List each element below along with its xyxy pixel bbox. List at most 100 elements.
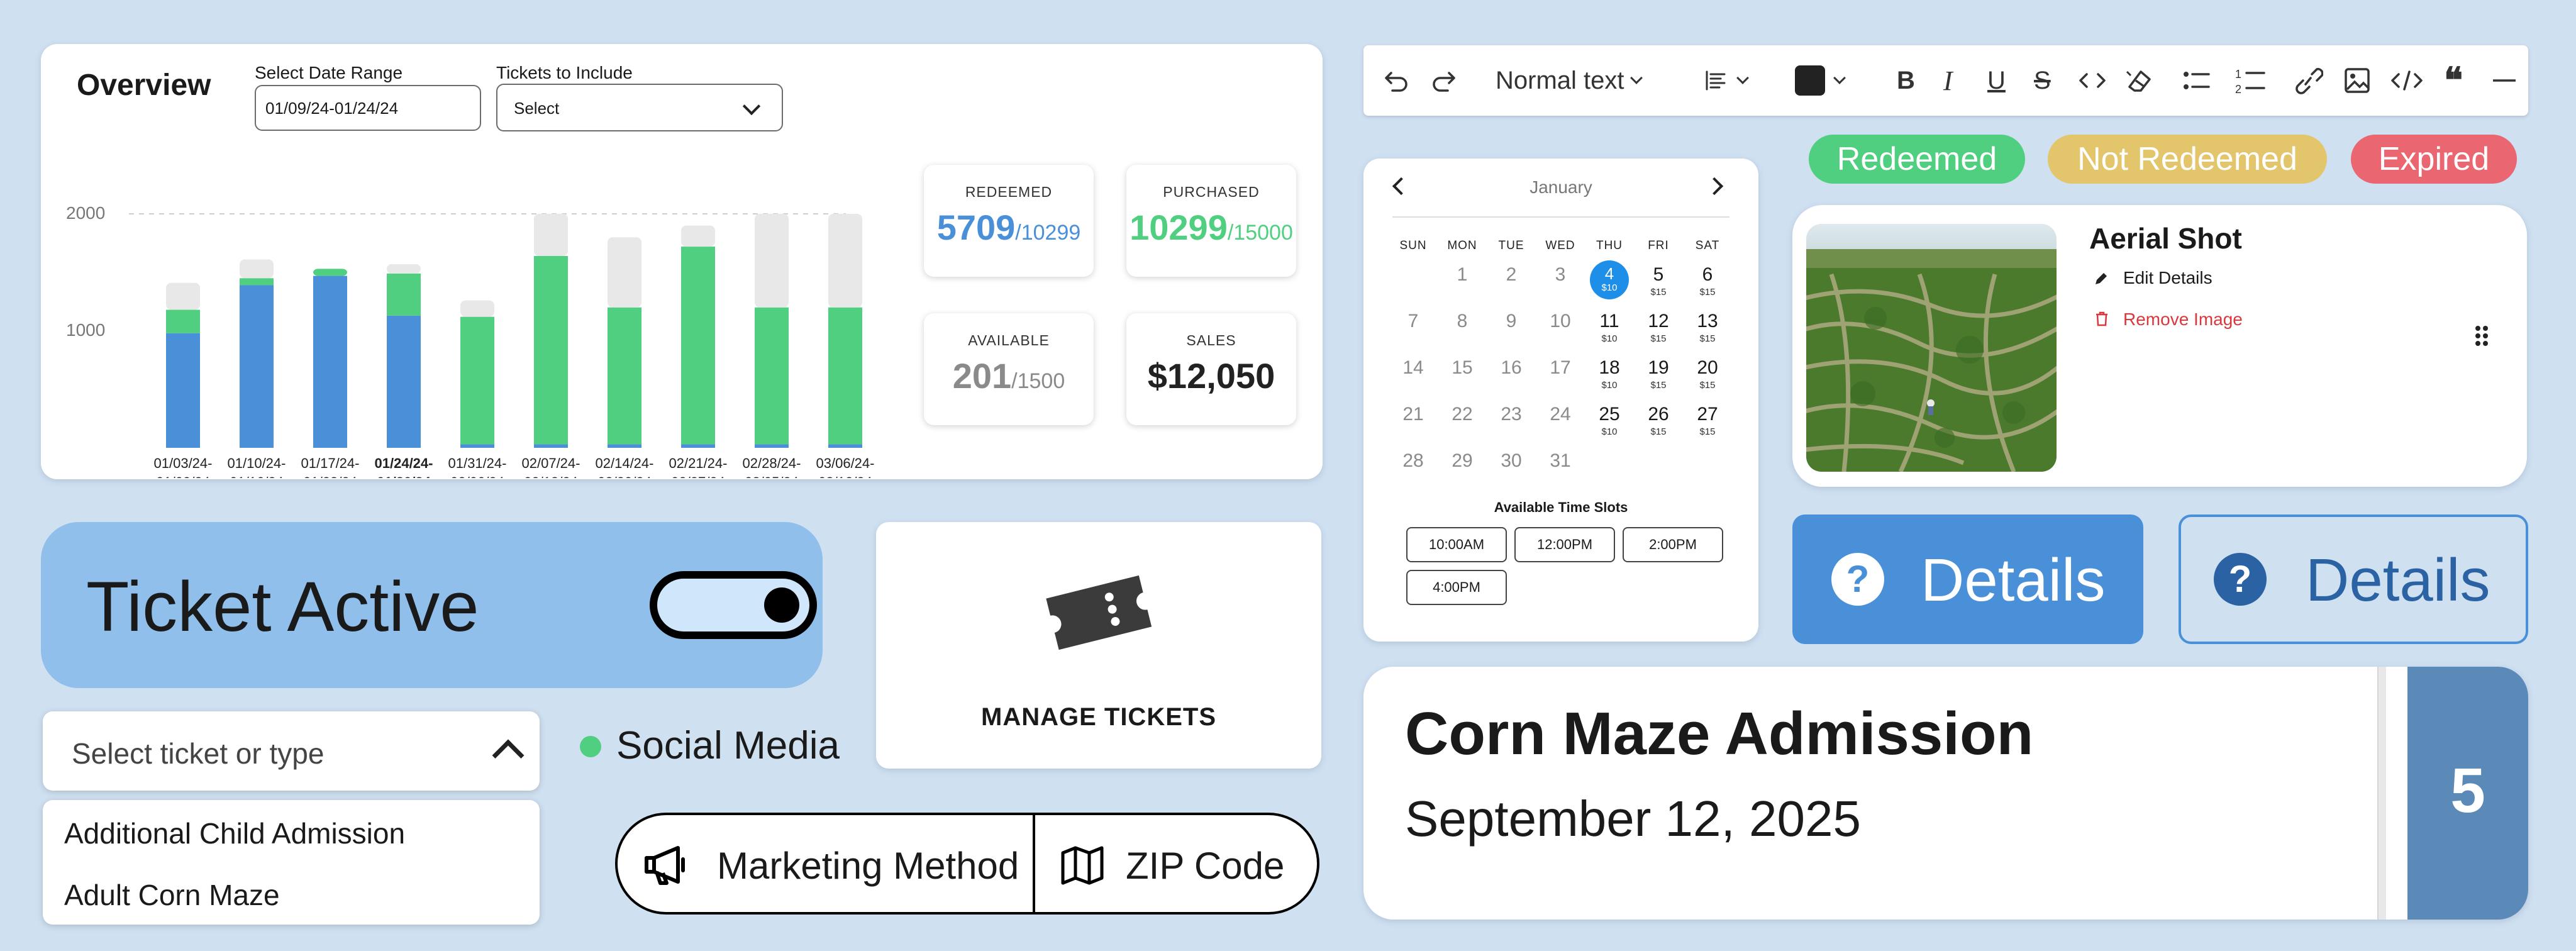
x-tick-label: 02/27/24 [671, 474, 725, 478]
bar-segment [460, 300, 494, 317]
calendar-day: 9 [1487, 311, 1536, 332]
bar-segment [755, 444, 789, 448]
calendar-day[interactable]: 13 $15 [1683, 311, 1732, 344]
numbered-list-icon[interactable]: 12 [2234, 63, 2267, 98]
megaphone-icon [643, 844, 691, 886]
day-number: 25 [1599, 404, 1620, 425]
stat-label: AVAILABLE [968, 332, 1050, 348]
segment-zip-code[interactable]: ZIP Code [1126, 844, 1284, 887]
aerial-title: Aerial Shot [2089, 222, 2242, 255]
time-slot[interactable]: 10:00AM [1406, 527, 1507, 562]
time-slot[interactable]: 4:00PM [1406, 570, 1507, 605]
day-price: $15 [1650, 333, 1667, 344]
horizontal-rule-icon[interactable] [2492, 63, 2517, 98]
day-number: 4 [1604, 264, 1614, 283]
event-count: 5 [2450, 755, 2485, 826]
calendar-day[interactable]: 25 $10 [1585, 404, 1634, 437]
date-range-input[interactable]: 01/09/24-01/24/24 [255, 85, 481, 131]
calendar-day[interactable]: 5 $15 [1634, 264, 1683, 298]
tickets-bar-chart: 1000 2000 01/03/24- 01/09/24 01/10/24- 01/16/… [66, 203, 875, 478]
weekday-label: THU [1596, 239, 1623, 252]
aerial-shot-card: Aerial Shot Edit Details Remove Image [1792, 205, 2527, 487]
text-style-value: Normal text [1496, 66, 1624, 94]
link-icon[interactable] [2292, 63, 2323, 98]
time-slot[interactable]: 12:00PM [1514, 527, 1615, 562]
calendar-day: 23 [1487, 404, 1536, 425]
redo-icon[interactable] [1430, 63, 1458, 98]
x-tick-label: 03/06/24- [816, 455, 875, 471]
bar-segment [240, 285, 274, 448]
underline-icon[interactable]: U [1987, 63, 2006, 98]
bar-segment [460, 316, 494, 445]
trash-icon [2094, 311, 2109, 327]
event-title: Corn Maze Admission [1405, 700, 2034, 767]
help-icon: ? [2214, 553, 2267, 606]
bullet-list-icon[interactable] [2181, 63, 2211, 98]
day-price: $15 [1699, 287, 1716, 298]
day-number: 6 [1702, 264, 1713, 285]
day-number: 13 [1697, 311, 1718, 331]
time-slot[interactable]: 2:00PM [1623, 527, 1723, 562]
tickets-include-select[interactable]: Select [496, 84, 783, 131]
clear-format-icon[interactable] [2124, 63, 2155, 98]
code-block-icon[interactable] [2390, 63, 2424, 98]
calendar-day[interactable]: 12 $15 [1634, 311, 1683, 344]
color-picker[interactable] [1795, 63, 1846, 98]
calendar-day: 7 [1389, 311, 1438, 332]
ticket-active-toggle[interactable] [650, 571, 817, 639]
bar-segment [755, 307, 789, 445]
calendar-day[interactable]: 11 $10 [1585, 311, 1634, 344]
tickets-include-label: Tickets to Include [496, 63, 633, 82]
badge-redeemed: Redeemed [1809, 135, 2025, 184]
edit-details-link[interactable]: Edit Details [2123, 268, 2212, 288]
bold-icon[interactable]: B [1897, 63, 1915, 98]
bar-segment [755, 214, 789, 308]
ticket-option[interactable]: Additional Child Admission [64, 816, 405, 850]
day-price: $10 [1601, 426, 1618, 437]
calendar-day: 28 [1389, 450, 1438, 472]
align-dropdown[interactable] [1703, 63, 1749, 98]
weekday-label: SAT [1695, 239, 1720, 252]
ticket-option[interactable]: Adult Corn Maze [64, 878, 280, 912]
stat-total: /1500 [1011, 369, 1065, 393]
calendar-day: 8 [1438, 311, 1487, 332]
remove-image-link[interactable]: Remove Image [2123, 309, 2243, 330]
quote-icon[interactable]: ❝ [2444, 62, 2463, 101]
details-button-primary[interactable]: ? Details [1792, 514, 2143, 644]
calendar-day[interactable]: 26 $15 [1634, 404, 1683, 437]
x-tick-label: 01/30/24 [377, 474, 431, 478]
map-icon [1060, 845, 1104, 886]
ticket-type-select[interactable]: Select ticket or type [43, 711, 540, 791]
drag-handle-icon[interactable] [2474, 325, 2489, 347]
manage-tickets-button[interactable]: MANAGE TICKETS [876, 522, 1321, 769]
stat-sales: SALES $12,050 [1126, 313, 1296, 425]
x-tick-label: 01/23/24 [303, 474, 357, 478]
bar-segment [608, 307, 641, 445]
calendar-day[interactable]: 20 $15 [1683, 357, 1732, 391]
calendar-day: 22 [1438, 404, 1487, 425]
editor-toolbar: Normal text B I U S 12 ❝ [1363, 45, 2528, 116]
undo-icon[interactable] [1382, 63, 1410, 98]
x-tick-label: 02/20/24 [597, 474, 652, 478]
calendar-day[interactable]: 6 $15 [1683, 264, 1732, 298]
day-number: 18 [1599, 357, 1620, 378]
bar-segment [681, 444, 715, 448]
italic-icon[interactable]: I [1943, 63, 1953, 98]
x-tick-label: 03/12/24 [818, 474, 872, 478]
code-inline-icon[interactable] [2077, 63, 2108, 98]
day-price: $15 [1699, 333, 1716, 344]
calendar-day[interactable]: 27 $15 [1683, 404, 1732, 437]
calendar-day[interactable]: 4 $10 [1585, 264, 1634, 293]
x-tick-label: 02/13/24 [524, 474, 578, 478]
segment-marketing-method[interactable]: Marketing Method [717, 844, 1019, 887]
overview-title: Overview [77, 69, 211, 102]
bar-segment [608, 237, 641, 308]
calendar-day[interactable]: 19 $15 [1634, 357, 1683, 391]
text-style-dropdown[interactable]: Normal text [1496, 63, 1643, 98]
calendar-day[interactable]: 18 $10 [1585, 357, 1634, 391]
day-number: 31 [1550, 450, 1571, 471]
image-icon[interactable] [2343, 63, 2371, 98]
y-tick-label: 1000 [66, 320, 105, 340]
details-button-outline[interactable]: ? Details [2179, 514, 2528, 644]
strikethrough-icon[interactable]: S [2034, 63, 2051, 98]
